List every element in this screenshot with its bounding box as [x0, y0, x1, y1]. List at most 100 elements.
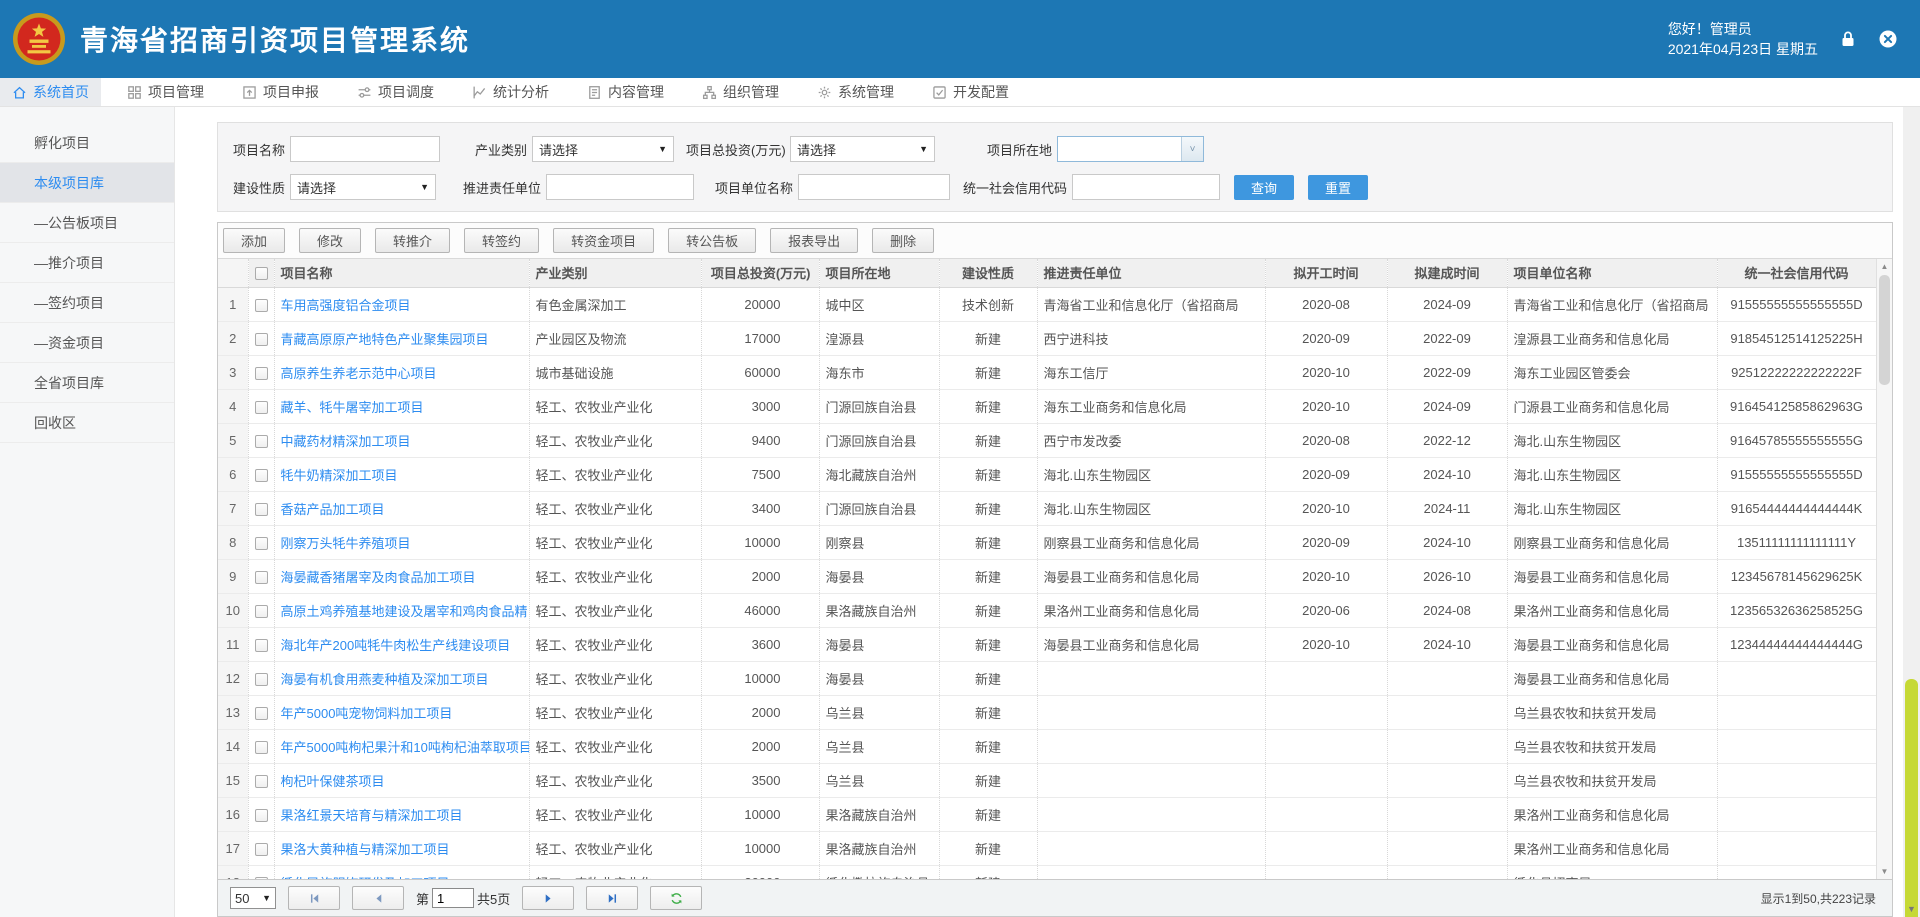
col-org-name[interactable]: 项目单位名称	[1507, 259, 1717, 287]
project-name-link[interactable]: 海晏藏香猪屠宰及肉食品加工项目	[281, 570, 476, 585]
row-checkbox[interactable]	[255, 503, 268, 516]
col-industry[interactable]: 产业类别	[529, 259, 701, 287]
project-name-link[interactable]: 牦牛奶精深加工项目	[281, 468, 398, 483]
row-checkbox[interactable]	[255, 673, 268, 686]
refresh-button[interactable]	[650, 886, 702, 910]
location-combobox[interactable]: ˅	[1057, 136, 1204, 162]
table-row[interactable]: 5 中藏药材精深加工项目 轻工、农牧业产业化 9400 门源回族自治县 新建 西…	[218, 423, 1876, 457]
toolbar-button[interactable]: 添加	[223, 228, 285, 253]
table-row[interactable]: 14 年产5000吨枸杞果汁和10吨枸杞油萃取项目 轻工、农牧业产业化 2000…	[218, 729, 1876, 763]
col-start-date[interactable]: 拟开工时间	[1265, 259, 1387, 287]
project-name-link[interactable]: 海晏有机食用燕麦种植及深加工项目	[281, 672, 489, 687]
select-all-checkbox[interactable]	[255, 267, 268, 280]
project-name-link[interactable]: 青藏高原原产地特色产业聚集园项目	[281, 332, 489, 347]
project-name-link[interactable]: 高原土鸡养殖基地建设及屠宰和鸡肉食品精	[281, 604, 528, 619]
project-name-link[interactable]: 枸杞叶保健茶项目	[281, 774, 385, 789]
toolbar-button[interactable]: 转推介	[375, 228, 450, 253]
table-row[interactable]: 2 青藏高原原产地特色产业聚集园项目 产业园区及物流 17000 湟源县 新建 …	[218, 321, 1876, 355]
row-checkbox[interactable]	[255, 571, 268, 584]
row-checkbox[interactable]	[255, 367, 268, 380]
toolbar-button[interactable]: 转签约	[464, 228, 539, 253]
col-credit-code[interactable]: 统一社会信用代码	[1717, 259, 1876, 287]
row-checkbox[interactable]	[255, 537, 268, 550]
industry-select[interactable]: 请选择▼	[532, 136, 674, 162]
project-name-link[interactable]: 香菇产品加工项目	[281, 502, 385, 517]
project-name-link[interactable]: 果洛红景天培育与精深加工项目	[281, 808, 463, 823]
nav-item[interactable]: 统计分析	[460, 78, 561, 106]
last-page-button[interactable]	[586, 886, 638, 910]
col-location[interactable]: 项目所在地	[819, 259, 939, 287]
toolbar-button[interactable]: 删除	[872, 228, 934, 253]
table-row[interactable]: 18 循化民族服饰研发及加工项目 轻工、农牧业产业化 20000 循化撒拉族自治…	[218, 865, 1876, 879]
investment-select[interactable]: 请选择▼	[790, 136, 935, 162]
sidebar-item[interactable]: 孵化项目	[0, 123, 174, 163]
col-unit[interactable]: 推进责任单位	[1037, 259, 1265, 287]
sidebar-item[interactable]: 本级项目库	[0, 163, 174, 203]
col-nature[interactable]: 建设性质	[939, 259, 1037, 287]
row-checkbox[interactable]	[255, 877, 268, 879]
sidebar-item[interactable]: 全省项目库	[0, 363, 174, 403]
table-row[interactable]: 11 海北年产200吨牦牛肉松生产线建设项目 轻工、农牧业产业化 3600 海晏…	[218, 627, 1876, 661]
row-checkbox[interactable]	[255, 707, 268, 720]
responsible-unit-input[interactable]	[546, 174, 694, 200]
page-number-input[interactable]	[432, 888, 474, 908]
toolbar-button[interactable]: 修改	[299, 228, 361, 253]
credit-code-input[interactable]	[1072, 174, 1220, 200]
page-scroll-down-icon[interactable]: ▼	[1903, 900, 1920, 917]
reset-button[interactable]: 重置	[1308, 175, 1368, 200]
row-checkbox[interactable]	[255, 435, 268, 448]
scroll-up-icon[interactable]: ▲	[1877, 259, 1892, 274]
project-org-input[interactable]	[798, 174, 950, 200]
project-name-link[interactable]: 循化民族服饰研发及加工项目	[281, 876, 450, 880]
table-scroll-thumb[interactable]	[1879, 275, 1890, 385]
row-checkbox[interactable]	[255, 809, 268, 822]
prev-page-button[interactable]	[352, 886, 404, 910]
sidebar-item[interactable]: 回收区	[0, 403, 174, 443]
search-button[interactable]: 查询	[1234, 175, 1294, 200]
scroll-down-icon[interactable]: ▼	[1877, 864, 1892, 879]
project-name-link[interactable]: 年产5000吨宠物饲料加工项目	[281, 706, 453, 721]
table-row[interactable]: 7 香菇产品加工项目 轻工、农牧业产业化 3400 门源回族自治县 新建 海北.…	[218, 491, 1876, 525]
toolbar-button[interactable]: 转资金项目	[553, 228, 654, 253]
page-scroll-thumb[interactable]	[1905, 679, 1918, 917]
row-checkbox[interactable]	[255, 469, 268, 482]
table-row[interactable]: 12 海晏有机食用燕麦种植及深加工项目 轻工、农牧业产业化 10000 海晏县 …	[218, 661, 1876, 695]
project-name-link[interactable]: 高原养生养老示范中心项目	[281, 366, 437, 381]
row-checkbox[interactable]	[255, 775, 268, 788]
nav-item[interactable]: 项目调度	[345, 78, 446, 106]
table-row[interactable]: 9 海晏藏香猪屠宰及肉食品加工项目 轻工、农牧业产业化 2000 海晏县 新建 …	[218, 559, 1876, 593]
nav-item[interactable]: 组织管理	[690, 78, 791, 106]
table-row[interactable]: 13 年产5000吨宠物饲料加工项目 轻工、农牧业产业化 2000 乌兰县 新建…	[218, 695, 1876, 729]
nature-select[interactable]: 请选择▼	[290, 174, 436, 200]
table-row[interactable]: 10 高原土鸡养殖基地建设及屠宰和鸡肉食品精 轻工、农牧业产业化 46000 果…	[218, 593, 1876, 627]
page-size-select[interactable]: 50 ▼	[230, 887, 276, 909]
project-name-link[interactable]: 中藏药材精深加工项目	[281, 434, 411, 449]
table-row[interactable]: 6 牦牛奶精深加工项目 轻工、农牧业产业化 7500 海北藏族自治州 新建 海北…	[218, 457, 1876, 491]
col-finish-date[interactable]: 拟建成时间	[1387, 259, 1507, 287]
table-row[interactable]: 1 车用高强度铝合金项目 有色金属深加工 20000 城中区 技术创新 青海省工…	[218, 287, 1876, 321]
row-checkbox[interactable]	[255, 741, 268, 754]
project-name-link[interactable]: 藏羊、牦牛屠宰加工项目	[281, 400, 424, 415]
toolbar-button[interactable]: 报表导出	[770, 228, 858, 253]
row-checkbox[interactable]	[255, 299, 268, 312]
row-checkbox[interactable]	[255, 401, 268, 414]
nav-item[interactable]: 系统首页	[0, 78, 101, 106]
table-row[interactable]: 4 藏羊、牦牛屠宰加工项目 轻工、农牧业产业化 3000 门源回族自治县 新建 …	[218, 389, 1876, 423]
project-name-link[interactable]: 刚察万头牦牛养殖项目	[281, 536, 411, 551]
nav-item[interactable]: 项目申报	[230, 78, 331, 106]
nav-item[interactable]: 开发配置	[920, 78, 1021, 106]
lock-icon[interactable]	[1838, 29, 1858, 49]
project-name-link[interactable]: 海北年产200吨牦牛肉松生产线建设项目	[281, 638, 511, 653]
row-checkbox[interactable]	[255, 605, 268, 618]
row-checkbox[interactable]	[255, 843, 268, 856]
first-page-button[interactable]	[288, 886, 340, 910]
row-checkbox[interactable]	[255, 333, 268, 346]
project-name-link[interactable]: 果洛大黄种植与精深加工项目	[281, 842, 450, 857]
nav-item[interactable]: 项目管理	[115, 78, 216, 106]
table-row[interactable]: 3 高原养生养老示范中心项目 城市基础设施 60000 海东市 新建 海东工信厅…	[218, 355, 1876, 389]
sidebar-item[interactable]: —推介项目	[0, 243, 174, 283]
table-scrollbar[interactable]: ▲ ▼	[1876, 259, 1892, 879]
project-name-link[interactable]: 车用高强度铝合金项目	[281, 298, 411, 313]
sidebar-item[interactable]: —公告板项目	[0, 203, 174, 243]
table-row[interactable]: 8 刚察万头牦牛养殖项目 轻工、农牧业产业化 10000 刚察县 新建 刚察县工…	[218, 525, 1876, 559]
